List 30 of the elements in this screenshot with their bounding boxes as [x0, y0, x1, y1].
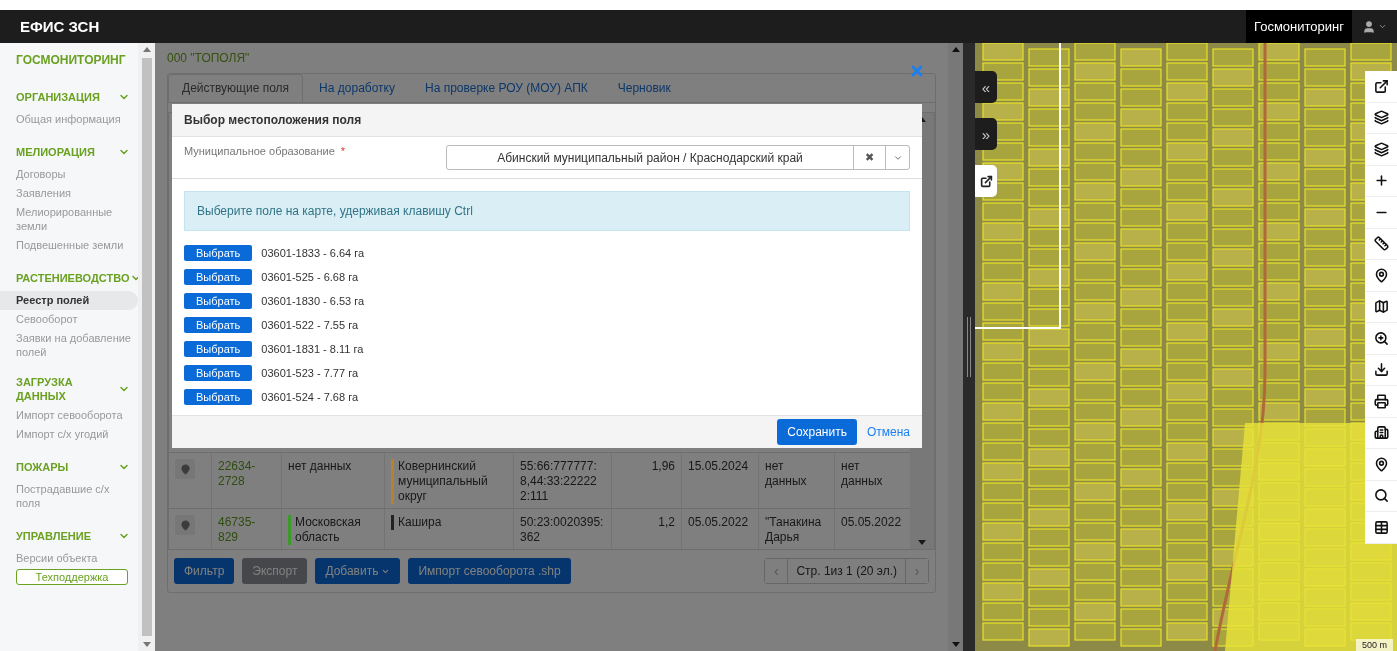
table-cell-text: Кашира	[398, 515, 443, 530]
table-cell-text: Московская область	[295, 515, 362, 545]
app-title: ЕФИС ЗСН	[20, 18, 100, 35]
table-cell-text: "Танакина Дарья	[765, 515, 823, 545]
field-option: 03601-522 - 7.55 га	[261, 318, 359, 331]
field-option: 03601-525 - 6.68 га	[261, 270, 359, 283]
table-cell-text: 55:66:777777:8,44:33:222222:111	[520, 459, 598, 504]
field-option: 03601-1830 - 6.53 га	[261, 294, 365, 307]
table-cell-text: 05.05.2022	[688, 515, 750, 530]
field-option: 03601-1831 - 8.11 га	[261, 342, 364, 355]
table-cell-text: Ковернинский муниципальный округ	[398, 459, 489, 504]
table-cell-text: нет данных	[841, 459, 884, 489]
table-cell-text: 15.05.2024	[688, 459, 750, 474]
field-option: 03601-523 - 7.77 га	[261, 366, 359, 379]
table-cell-text: нет данных	[765, 459, 808, 489]
table-cell-text: нет данных	[288, 459, 353, 474]
page-info: Стр. 1из 1 (20 эл.)	[787, 559, 906, 583]
map-scale: 500 m	[1356, 639, 1393, 651]
sidebar-title: ГОСМОНИТОРИНГ	[15, 52, 127, 69]
field-option: 03601-524 - 7.68 га	[261, 390, 359, 403]
modal-title: Выбор местоположения поля	[172, 104, 922, 137]
info-alert: Выберите поле на карте, удерживая клавишу Ctrl	[184, 191, 910, 231]
field-option: 03601-1833 - 6.64 га	[261, 246, 365, 259]
field-label: Муниципальное образование	[184, 145, 335, 157]
organization-name: 000 "ТОПОЛЯ"	[167, 51, 250, 67]
table-cell-text: 1,96	[650, 459, 675, 474]
table-cell-text: 1,2	[657, 515, 675, 530]
required-mark: *	[340, 145, 346, 157]
table-cell-text: 05.05.2022	[841, 515, 903, 530]
table-cell: 50:23:0020395:362	[520, 515, 605, 545]
